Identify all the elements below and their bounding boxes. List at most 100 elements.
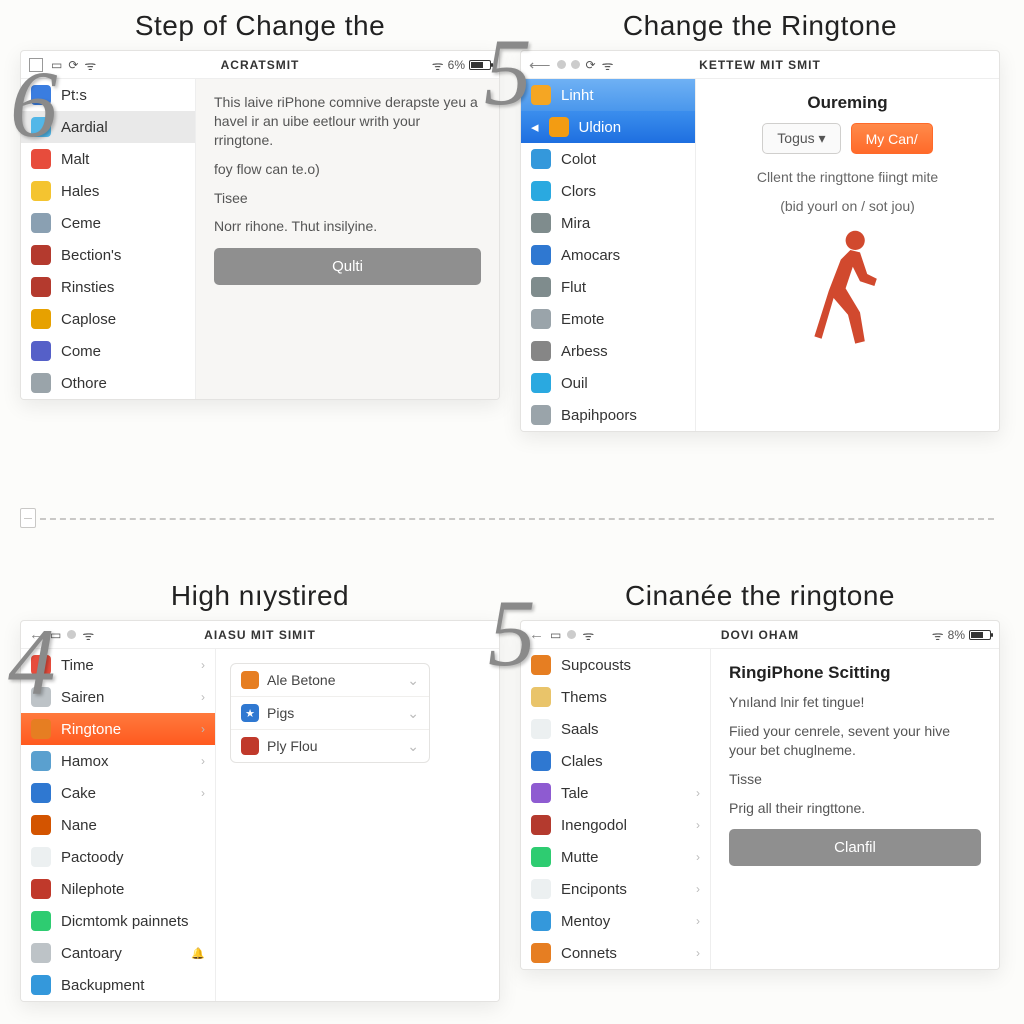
sidebar-item[interactable]: Time › [21,649,215,681]
misc-icon [31,373,51,393]
sidebar-item[interactable]: Clales [521,745,710,777]
sidebar-item-label: Pt:s [61,87,87,104]
wifi-icon: ᯤ [582,626,594,644]
chevron-right-icon: › [201,722,205,736]
sidebar-item-label: Emote [561,311,604,328]
chevron-right-icon: › [696,818,700,832]
plus-icon [31,879,51,899]
traffic-lights [567,630,576,639]
square-icon [531,815,551,835]
sidebar-item-label: Ceme [61,215,101,232]
sidebar-item[interactable]: Tale› [521,777,710,809]
globe-icon [31,117,51,137]
step-title: Change the Ringtone [520,10,1000,42]
sidebar-item-label: Saals [561,721,599,738]
app-icon [531,783,551,803]
arrow-icon [531,245,551,265]
sidebar-item-label: Caplose [61,311,116,328]
app-icon [31,341,51,361]
sidebar-item[interactable]: Ceme [21,207,195,239]
number-icon [31,783,51,803]
chevron-right-icon: › [201,658,205,672]
phone-window: ← ▭ ᯤ DOVI OHAM ᯤ 8% SupcoustsThemsSaals… [520,620,1000,970]
battery-percent: 8% [948,628,965,642]
sidebar-item-label: Connets [561,945,617,962]
sidebar-item[interactable]: Cake› [21,777,215,809]
sidebar-item[interactable]: Amocars [521,239,695,271]
sidebar-item[interactable]: Malt [21,143,195,175]
sidebar-item[interactable]: Flut [521,271,695,303]
sidebar-item[interactable]: Nilephote [21,873,215,905]
body-text: This laive riPhone comnive derapste yeu … [214,93,481,150]
gear-icon [531,341,551,361]
sidebar-item[interactable]: Arbess [521,335,695,367]
sidebar-item[interactable]: Connets › [521,937,710,969]
chevron-down-icon: ⌄ [407,672,419,689]
bell-icon: 🔔 [191,947,205,960]
status-bar: ← ▭ ᯤ AIASU MIT SIMIT [21,621,499,649]
sidebar-item[interactable]: Backupment [21,969,215,1001]
sidebar-item[interactable]: Othore [21,367,195,399]
chevron-right-icon: › [696,946,700,960]
sidebar-item[interactable]: Come [21,335,195,367]
sidebar-item[interactable]: Saals [521,713,710,745]
letter-a-icon [31,85,51,105]
sidebar-item[interactable]: Mira [521,207,695,239]
sidebar-item[interactable]: Rinsties [21,271,195,303]
person-walking-icon [808,226,888,346]
sidebar-item[interactable]: Ouil [521,367,695,399]
clanfil-button[interactable]: Clanfil [729,829,981,866]
togus-dropdown[interactable]: Togus ▾ [762,123,840,154]
back-icon[interactable]: ← [529,626,544,643]
sidebar-item[interactable]: Hamox› [21,745,215,777]
sidebar-item[interactable]: Mentoy› [521,905,710,937]
sidebar-item[interactable]: Aardial [21,111,195,143]
sidebar-item[interactable]: Sairen› [21,681,215,713]
blank-icon [31,847,51,867]
sidebar-item[interactable]: Mutte› [521,841,710,873]
status-bar: ▭ ⟳ ᯤ ACRATSMIT ᯤ 6% [21,51,499,79]
back-icon[interactable]: ⟵ [529,56,551,74]
sidebar-item-label: Cantoary [61,945,122,962]
sidebar-item[interactable]: Hales [21,175,195,207]
sidebar-item[interactable]: Thems [521,681,710,713]
sidebar-item-label: Time [61,657,94,674]
content-pane: This laive riPhone comnive derapste yeu … [196,79,499,399]
sidebar-item-label: Colot [561,151,596,168]
sidebar-item-label: Pactoody [61,849,124,866]
sidebar-item[interactable]: Ringtone› [21,713,215,745]
sidebar-item[interactable]: Pt:s [21,79,195,111]
sidebar-item[interactable]: Linht [521,79,695,111]
sidebar-item[interactable]: Enciponts› [521,873,710,905]
quit-button[interactable]: Qulti [214,248,481,285]
phone-window: ▭ ⟳ ᯤ ACRATSMIT ᯤ 6% Pt:s AardialMaltHale… [20,50,500,400]
sidebar-item[interactable]: Pactoody [21,841,215,873]
mycan-button[interactable]: My Can/ [851,123,933,154]
sidebar-item[interactable]: Clors [521,175,695,207]
sidebar-item[interactable]: Cantoary 🔔 [21,937,215,969]
sidebar-item[interactable]: Caplose [21,303,195,335]
sidebar-item[interactable]: Bapihpoors [521,399,695,431]
submenu-item[interactable]: Ply Flou⌄ [231,730,429,762]
status-bar: ⟵ ⟳ ᯤ KETTEW MIT SMIT [521,51,999,79]
sidebar-item[interactable]: Colot [521,143,695,175]
sidebar-item[interactable]: ◂Uldion [521,111,695,143]
sidebar-item[interactable]: Bection's [21,239,195,271]
step-title: Step of Change the [20,10,500,42]
traffic-lights [557,60,580,69]
sidebar-item[interactable]: Inengodol › [521,809,710,841]
section-divider [30,518,994,520]
submenu-item[interactable]: ★Pigs⌄ [231,697,429,730]
sidebar-item-label: Backupment [61,977,144,994]
sidebar-item-label: Mutte [561,849,599,866]
sidebar-item-label: Inengodol [561,817,627,834]
body-text: Norr rihone. Thut insilyine. [214,217,481,236]
back-icon[interactable]: ← [29,626,44,643]
sidebar-item[interactable]: Supcousts [521,649,710,681]
wifi-icon: ᯤ [82,626,94,644]
option-icon [241,737,259,755]
submenu-item[interactable]: Ale Betone⌄ [231,664,429,697]
sidebar-item[interactable]: Dicmtomk painnets [21,905,215,937]
sidebar-item[interactable]: Emote [521,303,695,335]
sidebar-item[interactable]: Nane [21,809,215,841]
